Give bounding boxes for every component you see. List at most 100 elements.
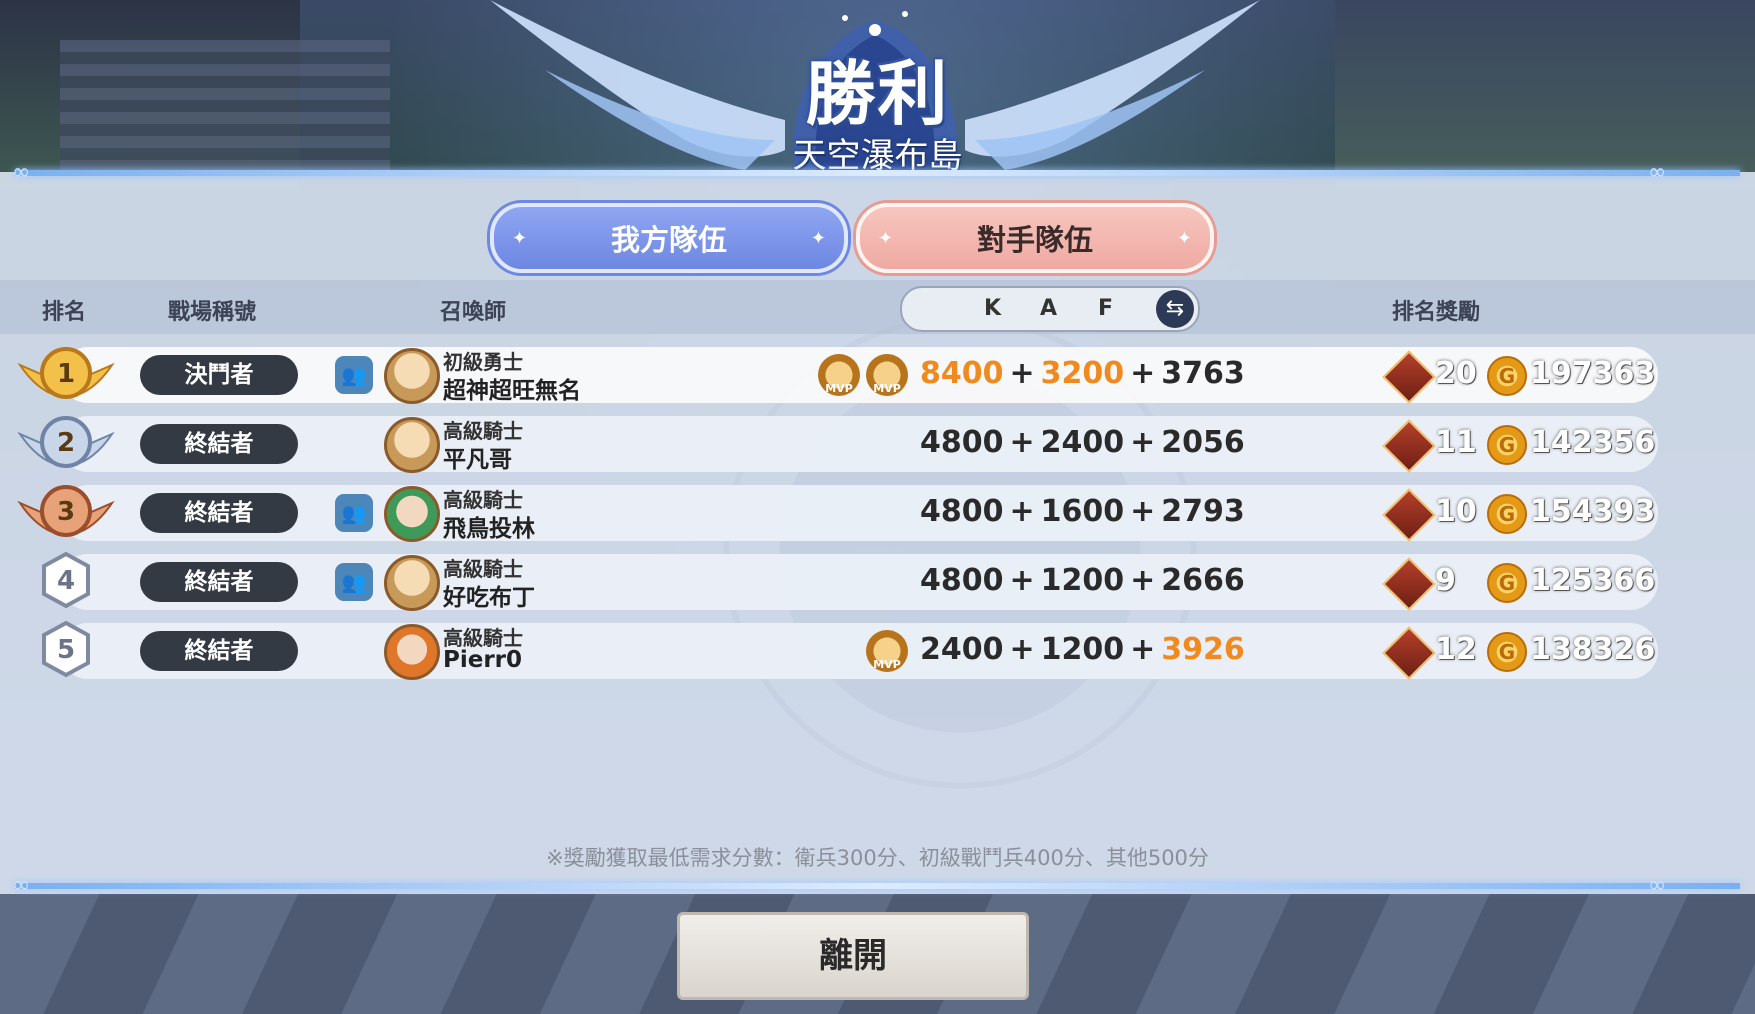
battle-title-badge: 終結者 [140,424,298,464]
plus-sign: + [1009,425,1035,460]
avatar[interactable] [384,417,440,473]
tab-opponent-team-label: 對手隊伍 [976,223,1093,257]
kill-score: 8400 [920,356,1004,391]
assist-score: 1600 [1040,494,1125,529]
kaf-score: 4800 +2400 +2056 [920,425,1245,460]
header-rank: 排名 [42,300,87,325]
plus-sign: + [1130,563,1156,598]
reward-chest-count: 11 [1435,425,1477,460]
battle-title-badge: 終結者 [140,562,298,602]
assist-score: 1200 [1040,563,1125,598]
reward-coin-amount: 125366 [1530,563,1656,598]
kaf-f-label: F [1098,296,1114,321]
reward-coin-amount: 142356 [1530,425,1656,460]
avatar[interactable] [384,555,440,611]
summoner-name: 好吃布丁 [443,585,535,611]
sparkle-icon: ✦ [810,227,826,249]
rail-end-ornament-icon: ∞ [1648,160,1667,185]
gold-coin-icon: G [1487,632,1527,672]
battle-title-badge: 決鬥者 [140,355,298,395]
header-reward: 排名獎勵 [1392,300,1481,325]
kaf-toggle[interactable]: K A F ⇆ [900,286,1200,332]
plus-sign: + [1130,632,1156,667]
party-members-icon: 👥 [335,494,373,532]
rank-medal-icon: 3 [17,485,115,537]
fight-score: 3926 [1161,632,1245,667]
party-members-icon: 👥 [335,356,373,394]
kaf-score: 4800 +1200 +2666 [920,563,1245,598]
header-summoner: 召喚師 [440,300,507,325]
rank-number: 1 [57,359,75,389]
mvp-badge-icon: MVP [866,630,908,672]
gold-coin-icon: G [1487,563,1527,603]
table-header: 排名 戰場稱號 召喚師 排名獎勵 [0,280,1755,334]
rank-number: 4 [57,566,75,596]
rank-number: 2 [57,428,75,458]
gold-coin-icon: G [1487,494,1527,534]
gold-coin-icon: G [1487,425,1527,465]
tab-my-team[interactable]: ✦ 我方隊伍 ✦ [490,203,848,273]
plus-sign: + [1130,494,1156,529]
summoner-name: 飛鳥投林 [443,516,535,542]
summoner-name: 超神超旺無名 [443,378,581,404]
reward-chest-count: 20 [1435,356,1477,391]
reward-chest-count: 10 [1435,494,1477,529]
battle-title-badge: 終結者 [140,631,298,671]
kaf-score: 8400 +3200 +3763 [920,356,1245,391]
party-members-icon: 👥 [335,563,373,601]
rank-medal-icon: 2 [17,416,115,468]
kaf-k-label: K [984,296,1002,321]
reward-coin-amount: 197363 [1530,356,1656,391]
kill-score: 4800 [920,425,1004,460]
fight-score: 2793 [1161,494,1245,529]
tab-opponent-team[interactable]: ✦ 對手隊伍 ✦ [856,203,1214,273]
rank-medal-icon: 5 [42,620,90,678]
kill-score: 2400 [920,632,1004,667]
rail-end-ornament-icon: ∞ [1648,873,1667,898]
plus-sign: + [1009,494,1035,529]
assist-score: 2400 [1040,425,1125,460]
sparkle-icon: ✦ [878,227,894,249]
avatar[interactable] [384,348,440,404]
kill-score: 4800 [920,494,1004,529]
mvp-badge-icon: MVP [818,354,860,396]
battle-title-badge: 終結者 [140,493,298,533]
assist-score: 1200 [1040,632,1125,667]
kaf-a-label: A [1040,296,1058,321]
summoner-name: 平凡哥 [443,447,512,473]
avatar[interactable] [384,486,440,542]
rail-end-ornament-icon: ∞ [12,160,31,185]
reward-chest-count: 12 [1435,632,1477,667]
rank-medal-icon: 1 [17,347,115,399]
plus-sign: + [1009,563,1035,598]
sparkle-icon: ✦ [512,227,528,249]
plus-sign: + [1009,632,1035,667]
bottom-divider-rail [15,883,1740,889]
plus-sign: + [1009,356,1035,391]
reward-chest-count: 9 [1435,563,1456,598]
leave-button[interactable]: 離開 [677,912,1029,1000]
rank-number: 3 [57,497,75,527]
rank-medal-icon: 4 [42,551,90,609]
reward-requirement-note: ※獎勵獲取最低需求分數：衛兵300分、初級戰鬥兵400分、其他500分 [546,846,1209,870]
swap-arrows-icon[interactable]: ⇆ [1156,290,1194,328]
reward-coin-amount: 154393 [1530,494,1656,529]
fight-score: 2056 [1161,425,1245,460]
kaf-score: 2400 +1200 +3926 [920,632,1245,667]
reward-coin-amount: 138326 [1530,632,1656,667]
sparkle-icon: ✦ [1176,227,1192,249]
tab-my-team-label: 我方隊伍 [610,223,727,257]
summoner-name: Pierr0 [443,647,523,673]
fight-score: 2666 [1161,563,1245,598]
rank-number: 5 [57,635,75,665]
avatar[interactable] [384,624,440,680]
plus-sign: + [1130,356,1156,391]
kaf-score: 4800 +1600 +2793 [920,494,1245,529]
mvp-badge-icon: MVP [866,354,908,396]
kill-score: 4800 [920,563,1004,598]
assist-score: 3200 [1040,356,1125,391]
gold-coin-icon: G [1487,356,1527,396]
fight-score: 3763 [1161,356,1245,391]
rail-end-ornament-icon: ∞ [12,873,31,898]
header-battle-title: 戰場稱號 [168,300,257,325]
